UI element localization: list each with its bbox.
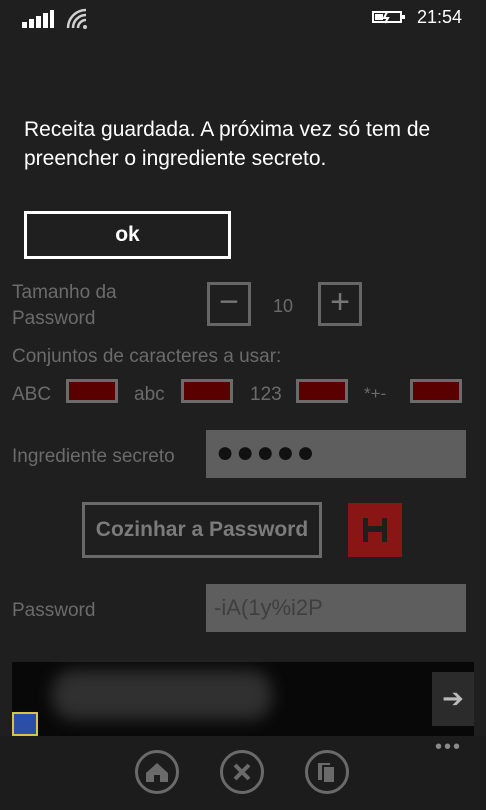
length-label-line1: Tamanho da <box>12 282 117 303</box>
close-icon <box>233 763 251 781</box>
length-value: 10 <box>273 296 294 316</box>
ad-banner[interactable]: ➔ <box>12 662 474 736</box>
secret-input[interactable]: ●●●●● <box>206 430 466 478</box>
charset-lowercase-toggle[interactable] <box>181 379 233 403</box>
password-value: -iA(1y%i2P <box>214 595 323 620</box>
length-increase-button[interactable]: + <box>318 282 362 326</box>
length-decrease-button[interactable]: − <box>207 282 251 326</box>
clear-button[interactable] <box>220 750 264 794</box>
save-icon <box>363 518 387 542</box>
length-label-line2: Password <box>12 308 96 329</box>
charset-digits-label: 123 <box>250 384 282 405</box>
charset-symbols-label: *+- <box>364 384 387 403</box>
ad-image <box>52 670 272 720</box>
copy-icon <box>318 763 336 784</box>
charset-symbols-toggle[interactable] <box>410 379 462 403</box>
dialog-message: Receita guardada. A próxima vez só tem d… <box>24 118 431 170</box>
cook-password-button[interactable]: Cozinhar a Password <box>82 502 322 558</box>
charsets-label: Conjuntos de caracteres a usar: <box>12 346 282 367</box>
charset-uppercase-label: ABC <box>12 384 52 405</box>
charset-digits-toggle[interactable] <box>296 379 348 403</box>
ok-button[interactable]: ok <box>24 211 231 259</box>
charset-uppercase-toggle[interactable] <box>66 379 118 403</box>
home-icon <box>146 763 168 782</box>
ad-logo <box>12 712 38 736</box>
copy-button[interactable] <box>305 750 349 794</box>
home-button[interactable] <box>135 750 179 794</box>
save-recipe-button[interactable] <box>348 503 402 557</box>
secret-value: ●●●●● <box>216 436 317 469</box>
more-options-button[interactable]: ••• <box>435 736 462 759</box>
password-output[interactable]: -iA(1y%i2P <box>206 584 466 632</box>
app-bar: ••• <box>0 736 486 810</box>
secret-label: Ingrediente secreto <box>12 446 175 467</box>
charset-lowercase-label: abc <box>134 384 165 405</box>
ad-arrow-icon[interactable]: ➔ <box>432 672 474 726</box>
password-label: Password <box>12 600 96 621</box>
